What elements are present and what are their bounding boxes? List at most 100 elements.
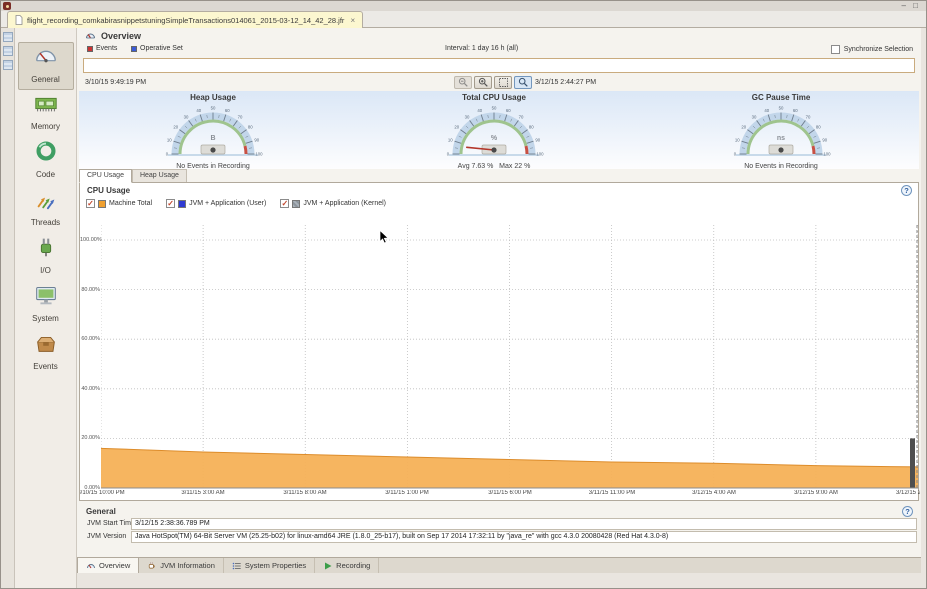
x-axis-label: 3/11/15 3:00 AM bbox=[181, 490, 224, 496]
recording-file-tab[interactable]: flight_recording_comkabirasnippetstuning… bbox=[7, 11, 363, 28]
help-icon[interactable]: ? bbox=[902, 506, 913, 517]
panel-title: General bbox=[86, 507, 116, 516]
synchronize-checkbox[interactable] bbox=[831, 45, 840, 54]
legend-label: Machine Total bbox=[109, 200, 152, 207]
overview-icon bbox=[85, 30, 96, 41]
tab-system-properties[interactable]: System Properties bbox=[224, 558, 315, 573]
jmc-logo-icon bbox=[3, 2, 11, 10]
events-legend[interactable]: Events bbox=[87, 45, 117, 52]
zoom-in-button[interactable] bbox=[474, 76, 492, 89]
help-icon[interactable]: ? bbox=[901, 185, 912, 196]
y-axis-label: 60.00% bbox=[80, 335, 100, 343]
range-navigator-row: 3/10/15 9:49:19 PM 3/12/15 2:44:27 PM bbox=[77, 76, 921, 90]
chart-tab-strip: CPU Usage Heap Usage bbox=[79, 169, 187, 183]
sidebar-item-label: Threads bbox=[31, 218, 60, 227]
svg-text:80: 80 bbox=[248, 124, 253, 129]
legend-checkbox[interactable]: ✓ bbox=[86, 199, 95, 208]
tab-recording[interactable]: Recording bbox=[315, 558, 379, 573]
svg-text:B: B bbox=[210, 135, 215, 142]
tab-label: System Properties bbox=[245, 561, 306, 570]
gc-pause-gauge: 0102030405060708090100ns bbox=[716, 102, 846, 160]
sidebar-item-label: General bbox=[31, 75, 59, 84]
cpu-usage-chart[interactable] bbox=[101, 217, 918, 489]
heap-usage-gauge-block: Heap Usage 0102030405060708090100B No Ev… bbox=[93, 93, 333, 170]
svg-text:70: 70 bbox=[806, 114, 811, 119]
svg-text:100: 100 bbox=[823, 152, 831, 157]
tab-label: JVM Information bbox=[160, 561, 215, 570]
sidebar-item-general[interactable]: General bbox=[18, 42, 74, 90]
overview-tab-icon bbox=[86, 561, 96, 571]
legend-checkbox[interactable]: ✓ bbox=[280, 199, 289, 208]
events-swatch bbox=[87, 46, 93, 52]
sidebar-item-events[interactable]: Events bbox=[18, 330, 74, 378]
svg-text:ns: ns bbox=[777, 135, 785, 142]
recording-icon bbox=[323, 561, 333, 571]
jfr-file-icon bbox=[15, 15, 23, 25]
view-shortcut-icon[interactable] bbox=[3, 32, 13, 42]
sidebar-item-threads[interactable]: Threads bbox=[18, 186, 74, 234]
page-title: Overview bbox=[101, 31, 141, 41]
legend-machine-total[interactable]: ✓ Machine Total bbox=[86, 199, 152, 208]
svg-text:50: 50 bbox=[211, 106, 216, 111]
x-axis-label: 3/11/15 11:00 PM bbox=[589, 490, 635, 496]
synchronize-selection[interactable]: Synchronize Selection bbox=[831, 45, 913, 54]
gauge-status: No Events in Recording bbox=[661, 163, 901, 170]
range-start-time: 3/10/15 9:49:19 PM bbox=[85, 79, 146, 86]
tab-label: Overview bbox=[99, 561, 130, 570]
svg-text:70: 70 bbox=[519, 114, 524, 119]
view-shortcut-icon[interactable] bbox=[3, 60, 13, 70]
svg-text:90: 90 bbox=[535, 137, 540, 142]
legend-checkbox[interactable]: ✓ bbox=[166, 199, 175, 208]
operative-set-label: Operative Set bbox=[140, 45, 183, 52]
svg-text:40: 40 bbox=[196, 108, 201, 113]
sidebar-item-memory[interactable]: Memory bbox=[18, 90, 74, 138]
tab-jvm-information[interactable]: JVM Information bbox=[139, 558, 224, 573]
legend-jvm-kernel[interactable]: ✓ JVM + Application (Kernel) bbox=[280, 199, 386, 208]
tab-heap-usage[interactable]: Heap Usage bbox=[132, 169, 187, 182]
sidebar-item-code[interactable]: Code bbox=[18, 138, 74, 186]
sidebar-item-label: Code bbox=[36, 170, 55, 179]
sidebar-item-system[interactable]: System bbox=[18, 282, 74, 330]
operative-set-legend[interactable]: Operative Set bbox=[131, 45, 183, 52]
zoom-fit-button[interactable] bbox=[514, 76, 532, 89]
x-axis-label: 3/12/15 9:00 AM bbox=[794, 490, 838, 496]
minimize-button[interactable]: – bbox=[902, 1, 906, 11]
machine-total-swatch bbox=[98, 200, 106, 208]
maximize-button[interactable]: □ bbox=[913, 1, 918, 11]
recording-file-name: flight_recording_comkabirasnippetstuning… bbox=[27, 16, 344, 25]
sidebar-item-io[interactable]: I/O bbox=[18, 234, 74, 282]
io-plug-icon bbox=[33, 234, 59, 265]
svg-text:10: 10 bbox=[448, 137, 453, 142]
range-navigator-buttons bbox=[454, 76, 532, 89]
gauge-title: Heap Usage bbox=[93, 93, 333, 102]
sidebar-item-label: System bbox=[32, 314, 59, 323]
y-axis-label: 40.00% bbox=[80, 385, 100, 393]
svg-text:50: 50 bbox=[779, 106, 784, 111]
tab-cpu-usage[interactable]: CPU Usage bbox=[79, 169, 132, 183]
zoom-out-button[interactable] bbox=[454, 76, 472, 89]
jvm-version-value: Java HotSpot(TM) 64-Bit Server VM (25.25… bbox=[131, 531, 917, 543]
y-axis-label: 80.00% bbox=[80, 286, 100, 294]
svg-text:20: 20 bbox=[741, 124, 746, 129]
sidebar-item-label: I/O bbox=[40, 266, 51, 275]
editor-tab-bar: flight_recording_comkabirasnippetstuning… bbox=[1, 11, 926, 28]
legend-jvm-user[interactable]: ✓ JVM + Application (User) bbox=[166, 199, 266, 208]
svg-text:60: 60 bbox=[225, 108, 230, 113]
zoom-selection-button[interactable] bbox=[494, 76, 512, 89]
jvm-version-label: JVM Version bbox=[87, 533, 126, 540]
close-tab-icon[interactable]: × bbox=[350, 16, 355, 25]
tab-overview[interactable]: Overview bbox=[77, 558, 139, 573]
svg-text:60: 60 bbox=[506, 108, 511, 113]
view-shortcut-icon[interactable] bbox=[3, 46, 13, 56]
svg-text:40: 40 bbox=[764, 108, 769, 113]
svg-text:50: 50 bbox=[492, 106, 497, 111]
svg-text:40: 40 bbox=[477, 108, 482, 113]
gauge-title: Total CPU Usage bbox=[374, 93, 614, 102]
properties-icon bbox=[232, 561, 242, 571]
jvm-start-time-label: JVM Start Time bbox=[87, 520, 135, 527]
timeline-range-selector[interactable] bbox=[83, 58, 915, 73]
svg-text:80: 80 bbox=[529, 124, 534, 129]
x-axis-label: 3/12/15 2:00 PM bbox=[896, 490, 920, 496]
svg-text:30: 30 bbox=[184, 114, 189, 119]
svg-text:20: 20 bbox=[454, 124, 459, 129]
